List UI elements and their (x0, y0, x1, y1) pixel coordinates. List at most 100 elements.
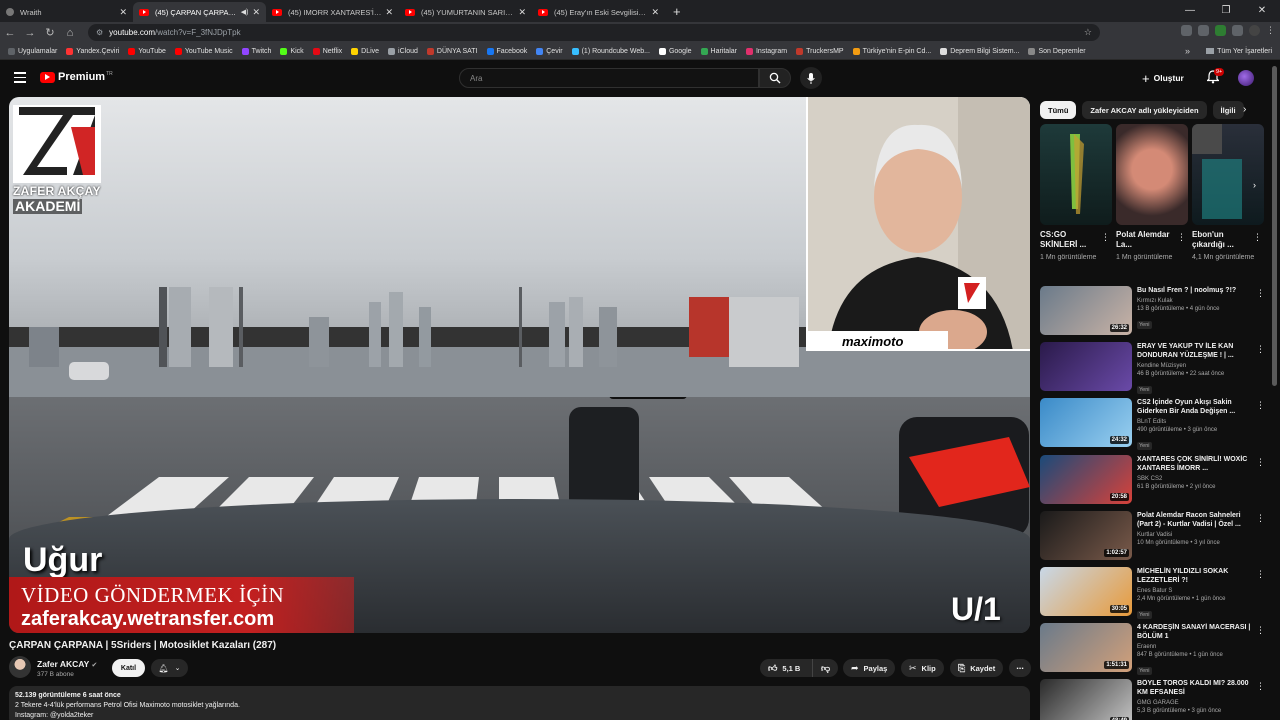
close-tab-icon[interactable]: ✕ (119, 7, 127, 18)
recommended-video[interactable]: 1:02:57 Polat Alemdar Racon Sahneleri (Pa… (1040, 510, 1265, 563)
bookmark-item[interactable]: Netflix (312, 47, 342, 55)
channel-avatar[interactable] (9, 656, 31, 678)
bookmark-item[interactable]: Çevir (536, 47, 563, 55)
reload-icon[interactable]: ↻ (40, 26, 60, 39)
short-item[interactable]: Ebon'un çıkardığı ... 4,1 Mn görüntüleme… (1192, 124, 1264, 262)
bookmark-item[interactable]: Deprem Bilgi Sistem... (940, 47, 1019, 55)
chip-related[interactable]: İlgili (1212, 101, 1244, 119)
maximize-icon[interactable]: ❐ (1208, 5, 1244, 16)
home-icon[interactable]: ⌂ (60, 27, 80, 39)
bookmark-item[interactable]: Twitch (241, 47, 271, 55)
shorts-next-arrow-icon[interactable]: › (1253, 180, 1256, 190)
close-tab-icon[interactable]: ✕ (252, 7, 260, 18)
recommended-video[interactable]: 20:58 XANTARES ÇOK SİNİRLİ! WOXİC XANTARE… (1040, 454, 1265, 507)
url-field[interactable]: ⚙ youtube.com/watch?v=F_3fNJDpTpk ☆ (88, 24, 1100, 41)
bookmark-item[interactable]: YouTube (128, 47, 166, 55)
short-item[interactable]: Polat Alemdar La... 1 Mn görüntüleme ⋮ (1116, 124, 1188, 262)
bookmark-item[interactable]: Kick (280, 47, 304, 55)
chevron-right-icon[interactable]: › (1243, 104, 1246, 115)
browser-tab[interactable]: Wraith ✕ (0, 2, 133, 22)
bookmark-item[interactable]: Uygulamalar (8, 47, 57, 55)
bookmark-item[interactable]: DLive (351, 47, 379, 55)
channel-name[interactable]: Enes Batur S (1137, 587, 1252, 595)
close-tab-icon[interactable]: ✕ (518, 7, 526, 18)
save-button[interactable]: ⎘ Kaydet (950, 659, 1004, 677)
channel-name[interactable]: Kırmızı Kulak (1137, 297, 1252, 305)
chip-uploader[interactable]: Zafer AKCAY adlı yükleyiciden (1082, 101, 1207, 119)
clip-button[interactable]: ✂ Klip (901, 659, 944, 677)
recommended-video[interactable]: ERAY VE YAKUP TV İLE KAN DONDURAN YÜZLEŞ… (1040, 342, 1265, 395)
bookmark-item[interactable]: Facebook (486, 47, 527, 55)
search-button[interactable] (759, 68, 791, 88)
browser-tab[interactable]: (45) YUMURTANIN SARISI - Yo ✕ (399, 2, 532, 22)
video-player[interactable]: maximoto ZAFER AKÇAY AKADEMİ Uğur VİDEO … (9, 97, 1030, 633)
create-button[interactable]: + Oluştur (1142, 69, 1184, 87)
bookmark-item[interactable]: Türkiye'nin E-pin Cd... (852, 47, 931, 55)
browser-tab[interactable]: (45) Eray'ın Eski Sevgilisi Chatt ✕ (532, 2, 665, 22)
recommended-video[interactable]: 1:51:31 4 KARDEŞİN SANAYİ MACERASI | BÖLÜ… (1040, 623, 1265, 676)
forward-icon[interactable]: → (20, 27, 40, 39)
browser-tab-active[interactable]: (45) ÇARPAN ÇARPANA | 5S ◀) ✕ (133, 2, 266, 22)
youtube-premium-logo[interactable]: Premium TR (40, 71, 113, 83)
browser-tab[interactable]: (45) IMORR XANTARES'İ TROLL ✕ (266, 2, 399, 22)
more-icon[interactable]: ⋮ (1256, 457, 1265, 468)
site-info-icon[interactable]: ⚙ (96, 28, 103, 37)
extension-icon[interactable] (1198, 25, 1209, 36)
bookmark-item[interactable]: Google (658, 47, 692, 55)
more-icon[interactable]: ⋮ (1256, 288, 1265, 299)
browser-menu-icon[interactable]: ⋮ (1266, 25, 1275, 36)
profile-icon[interactable] (1249, 25, 1260, 36)
bookmark-item[interactable]: Instagram (745, 47, 787, 55)
channel-name[interactable]: GMG GARAGE (1137, 699, 1252, 707)
minimize-icon[interactable]: — (1172, 5, 1208, 16)
channel-name[interactable]: BLnT Edits (1137, 418, 1252, 426)
more-icon[interactable]: ⋮ (1101, 232, 1110, 243)
bookmark-item[interactable]: iCloud (388, 47, 418, 55)
extension-icon[interactable] (1215, 25, 1226, 36)
channel-name[interactable]: SBK CS2 (1137, 475, 1252, 483)
chip-all[interactable]: Tümü (1040, 101, 1077, 119)
more-actions-button[interactable]: ⋯ (1009, 659, 1031, 677)
short-item[interactable]: CS:GO SKİNLERİ ... 1 Mn görüntüleme ⋮ (1040, 124, 1112, 262)
more-icon[interactable]: ⋮ (1256, 569, 1265, 580)
recommended-video[interactable]: 24:32 CS2 İçinde Oyun Akışı Sakin Giderke… (1040, 398, 1265, 451)
close-tab-icon[interactable]: ✕ (385, 7, 393, 18)
description-box[interactable]: 52.139 görüntüleme 6 saat önce 2 Tekere … (9, 686, 1030, 720)
recommended-video[interactable]: 26:32 Bu Nasıl Fren ? | noolmuş ?!? Kırmız… (1040, 286, 1265, 338)
bookmark-item[interactable]: TruckersMP (796, 47, 844, 55)
bookmark-item[interactable]: YouTube Music (174, 47, 233, 55)
bookmark-item[interactable]: DÜNYA SATI (426, 47, 478, 55)
more-icon[interactable]: ⋮ (1253, 232, 1262, 243)
channel-name[interactable]: Eraenn (1137, 643, 1252, 651)
like-button[interactable]: 👍︎ 5,1 B (760, 659, 812, 677)
more-icon[interactable]: ⋮ (1256, 625, 1265, 636)
dislike-button[interactable]: 👎︎ (812, 659, 838, 677)
more-icon[interactable]: ⋮ (1256, 681, 1265, 692)
menu-icon[interactable] (14, 72, 26, 86)
account-avatar[interactable] (1238, 70, 1254, 86)
bookmark-item[interactable]: Son Depremler (1028, 47, 1086, 55)
join-button[interactable]: Katıl (112, 659, 145, 677)
extension-icon[interactable] (1232, 25, 1243, 36)
subscription-bell-button[interactable]: 🔔︎ ⌄ (151, 659, 188, 677)
search-input[interactable]: Ara (459, 68, 759, 88)
more-bookmarks-icon[interactable]: » (1185, 46, 1190, 56)
close-window-icon[interactable]: ✕ (1244, 5, 1280, 16)
more-icon[interactable]: ⋮ (1256, 400, 1265, 411)
channel-name[interactable]: Kurtlar Vadisi (1137, 531, 1252, 539)
speaker-icon[interactable]: ◀) (241, 8, 249, 16)
bookmark-item[interactable]: Yandex.Çeviri (66, 47, 119, 55)
close-tab-icon[interactable]: ✕ (651, 7, 659, 18)
channel-name[interactable]: Kendine Müzisyen (1137, 362, 1252, 370)
page-scrollbar[interactable] (1272, 66, 1277, 386)
other-bookmarks[interactable]: Tüm Yer İşaretleri (1206, 48, 1272, 55)
bookmark-star-icon[interactable]: ☆ (1084, 27, 1092, 38)
share-button[interactable]: ➦ Paylaş (843, 659, 896, 677)
voice-search-button[interactable] (800, 67, 822, 89)
bookmark-item[interactable]: (1) Roundcube Web... (571, 47, 650, 55)
new-tab-button[interactable]: + (665, 4, 689, 22)
extension-icon[interactable] (1181, 25, 1192, 36)
bookmark-item[interactable]: Haritalar (700, 47, 737, 55)
channel-name[interactable]: Zafer AKCAY ✔ (37, 659, 97, 669)
more-icon[interactable]: ⋮ (1256, 344, 1265, 355)
